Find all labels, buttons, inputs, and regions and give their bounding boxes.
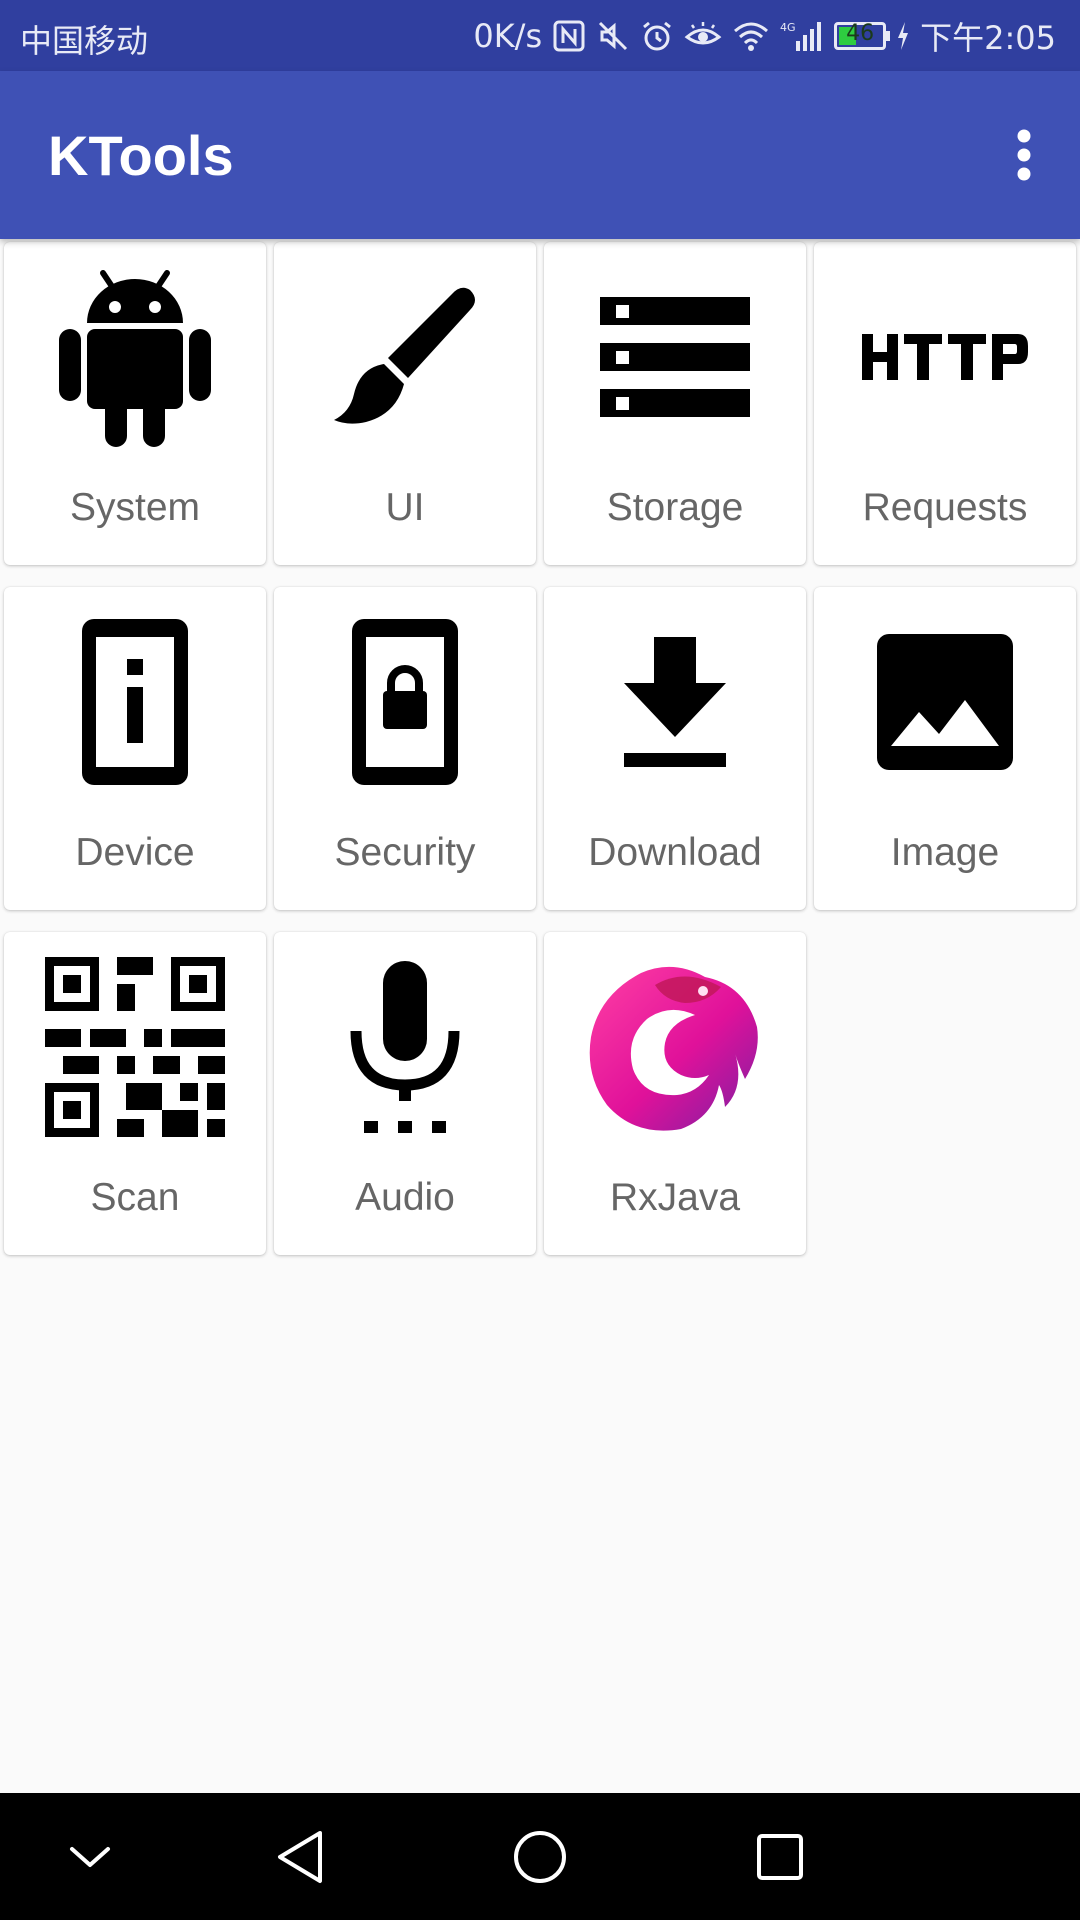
brush-icon [274, 262, 536, 452]
screen: 中国移动 0K/s 4G 46 下午2:05 KTools System UI … [0, 0, 1080, 1920]
tool-label: System [69, 486, 201, 529]
storage-icon [544, 262, 806, 452]
status-icons: 0K/s 4G 46 下午2:05 [473, 0, 1056, 71]
nfc-icon [552, 19, 586, 53]
network-type-label: 4G [780, 21, 796, 34]
android-icon [4, 262, 266, 452]
tool-label: Security [334, 831, 476, 874]
download-icon [544, 607, 806, 797]
charging-icon [896, 21, 910, 51]
battery-cap [886, 30, 891, 41]
clock: 下午2:05 [920, 18, 1056, 57]
eye-comfort-icon [684, 19, 722, 53]
tool-card-requests[interactable]: Requests [814, 242, 1076, 565]
overflow-menu-button[interactable] [992, 115, 1056, 195]
phone-lock-icon [274, 607, 536, 797]
tool-card-download[interactable]: Download [544, 587, 806, 910]
battery-icon: 46 [834, 20, 891, 50]
tool-card-security[interactable]: Security [274, 587, 536, 910]
qr-code-icon [4, 952, 266, 1142]
recents-icon[interactable] [755, 1832, 805, 1882]
more-vert-icon[interactable] [1016, 129, 1032, 181]
rxjava-logo-icon [544, 952, 806, 1142]
status-bar: 中国移动 0K/s 4G 46 下午2:05 [0, 0, 1080, 71]
signal-icon: 4G [780, 19, 824, 53]
tool-card-system[interactable]: System [4, 242, 266, 565]
hide-nav-icon[interactable] [68, 1843, 112, 1871]
tool-card-image[interactable]: Image [814, 587, 1076, 910]
app-title: KTools [48, 124, 234, 187]
tool-label: UI [385, 486, 425, 529]
tool-card-device[interactable]: Device [4, 587, 266, 910]
tool-card-ui[interactable]: UI [274, 242, 536, 565]
microphone-icon [274, 952, 536, 1142]
navigation-bar [0, 1793, 1080, 1920]
tool-label: Audio [355, 1176, 455, 1219]
wifi-icon [732, 19, 770, 53]
recents-button[interactable] [744, 1821, 816, 1893]
tool-label: Scan [90, 1176, 180, 1219]
battery-level-text: 46 [846, 20, 875, 46]
image-icon [814, 607, 1076, 797]
tool-label: Image [890, 831, 1000, 874]
home-button[interactable] [504, 1821, 576, 1893]
device-info-icon [4, 607, 266, 797]
alarm-icon [640, 19, 674, 53]
tool-label: Device [75, 831, 195, 874]
back-icon[interactable] [274, 1829, 326, 1885]
http-icon [814, 262, 1076, 452]
tool-card-audio[interactable]: Audio [274, 932, 536, 1255]
mute-icon [596, 19, 630, 53]
app-toolbar: KTools [0, 71, 1080, 239]
tool-label: RxJava [609, 1176, 741, 1219]
tool-label: Download [588, 831, 762, 874]
home-icon[interactable] [512, 1829, 568, 1885]
tool-card-storage[interactable]: Storage [544, 242, 806, 565]
carrier-name: 中国移动 [20, 22, 149, 60]
tool-card-scan[interactable]: Scan [4, 932, 266, 1255]
tool-label: Storage [606, 486, 744, 529]
tool-label: Requests [862, 486, 1028, 529]
network-speed: 0K/s [473, 16, 543, 55]
back-button[interactable] [264, 1821, 336, 1893]
hide-nav-button[interactable] [54, 1821, 126, 1893]
tool-card-rxjava[interactable]: RxJava [544, 932, 806, 1255]
